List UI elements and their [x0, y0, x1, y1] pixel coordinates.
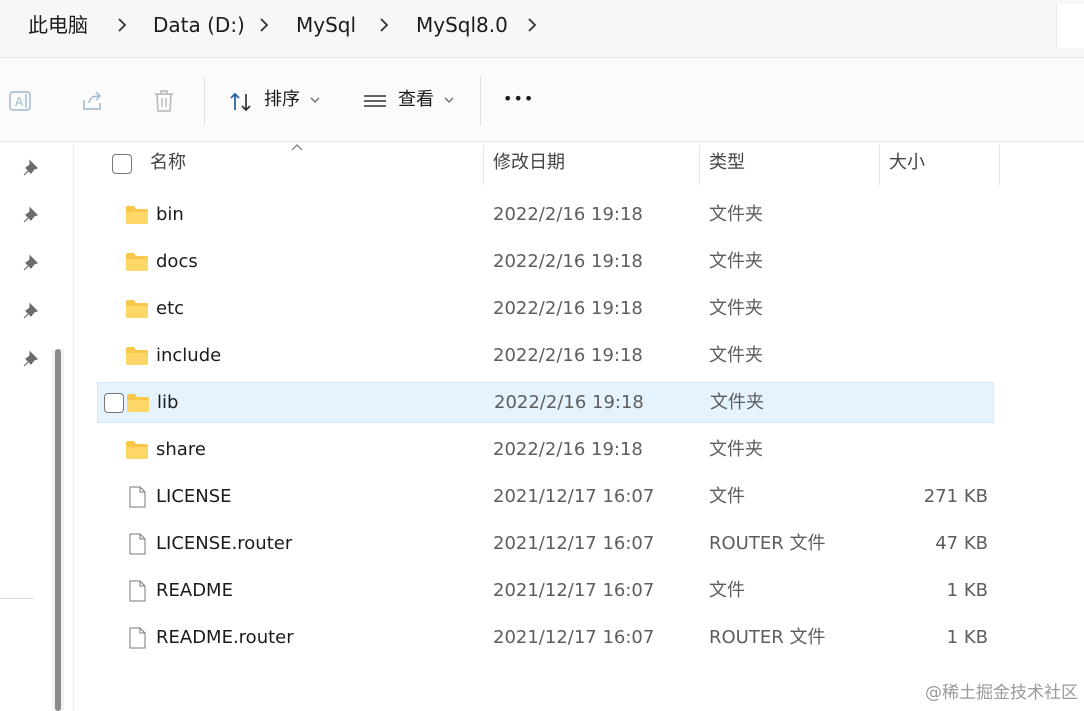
breadcrumb-this-pc[interactable]: 此电脑: [28, 12, 88, 38]
file-type: 文件夹: [709, 298, 763, 319]
file-name: docs: [156, 251, 198, 272]
chevron-right-icon[interactable]: [376, 16, 392, 34]
pin-icon[interactable]: [22, 206, 40, 224]
list-item[interactable]: LICENSE 2021/12/17 16:07 文件 271 KB: [97, 477, 994, 517]
breadcrumb-mysql[interactable]: MySql: [296, 12, 356, 38]
pin-icon[interactable]: [22, 254, 40, 272]
nav-scrollbar-thumb[interactable]: [55, 349, 61, 711]
share-icon[interactable]: [80, 88, 106, 114]
file-date: 2021/12/17 16:07: [493, 533, 655, 554]
file-name: LICENSE.router: [156, 533, 293, 554]
folder-icon: [126, 253, 148, 271]
sort-ascending-icon: [291, 144, 303, 151]
file-date: 2022/2/16 19:18: [493, 251, 643, 272]
file-icon: [129, 533, 146, 555]
file-size: 271 KB: [923, 486, 988, 507]
column-header-date[interactable]: 修改日期: [493, 150, 565, 176]
file-type: 文件: [709, 486, 745, 507]
file-icon: [129, 627, 146, 649]
folder-icon: [127, 394, 149, 412]
file-size: 47 KB: [935, 533, 988, 554]
list-item[interactable]: LICENSE.router 2021/12/17 16:07 ROUTER 文…: [97, 524, 994, 564]
file-type: 文件夹: [709, 345, 763, 366]
file-date: 2022/2/16 19:18: [494, 392, 644, 413]
delete-icon[interactable]: [151, 88, 177, 114]
list-item[interactable]: docs 2022/2/16 19:18 文件夹: [97, 242, 994, 282]
select-all-checkbox[interactable]: [112, 154, 132, 174]
file-icon: [129, 486, 146, 508]
more-options-button[interactable]: •••: [503, 88, 534, 110]
breadcrumb-drive-d[interactable]: Data (D:): [153, 12, 245, 38]
chevron-down-icon[interactable]: [444, 96, 454, 104]
file-type: 文件夹: [709, 204, 763, 225]
folder-icon: [126, 206, 148, 224]
list-item[interactable]: etc 2022/2/16 19:18 文件夹: [97, 289, 994, 329]
chevron-down-icon[interactable]: [310, 96, 320, 104]
list-item[interactable]: include 2022/2/16 19:18 文件夹: [97, 336, 994, 376]
list-item[interactable]: README.router 2021/12/17 16:07 ROUTER 文件…: [97, 618, 994, 658]
column-header-type[interactable]: 类型: [709, 150, 745, 176]
column-separator[interactable]: [879, 145, 880, 185]
folder-icon: [126, 300, 148, 318]
toolbar-separator: [480, 76, 481, 126]
nav-divider: [0, 598, 34, 599]
folder-icon: [126, 347, 148, 365]
file-date: 2021/12/17 16:07: [493, 486, 655, 507]
column-header-size[interactable]: 大小: [889, 150, 925, 176]
view-button[interactable]: 查看: [398, 89, 434, 111]
file-type: 文件夹: [710, 392, 764, 413]
sort-icon[interactable]: [228, 90, 254, 116]
file-date: 2021/12/17 16:07: [493, 627, 655, 648]
file-type: ROUTER 文件: [709, 533, 826, 554]
file-name: include: [156, 345, 222, 366]
chevron-right-icon[interactable]: [524, 16, 540, 34]
file-type: 文件夹: [709, 439, 763, 460]
watermark: @稀土掘金技术社区: [925, 683, 1078, 703]
file-type: 文件夹: [709, 251, 763, 272]
file-icon: [129, 580, 146, 602]
breadcrumb-mysql8[interactable]: MySql8.0: [416, 12, 508, 38]
chevron-right-icon[interactable]: [256, 16, 272, 34]
column-separator[interactable]: [999, 145, 1000, 185]
toolbar-separator: [204, 76, 205, 126]
search-box-edge[interactable]: [1056, 4, 1084, 48]
folder-icon: [126, 441, 148, 459]
file-date: 2022/2/16 19:18: [493, 298, 643, 319]
file-date: 2022/2/16 19:18: [493, 345, 643, 366]
file-type: 文件: [709, 580, 745, 601]
file-name: etc: [156, 298, 185, 319]
pin-icon[interactable]: [22, 302, 40, 320]
row-checkbox[interactable]: [104, 393, 124, 413]
file-size: 1 KB: [946, 580, 988, 601]
pin-icon[interactable]: [22, 350, 40, 368]
file-date: 2021/12/17 16:07: [493, 580, 655, 601]
address-bar[interactable]: 此电脑 Data (D:) MySql MySql8.0: [0, 0, 1084, 58]
pin-icon[interactable]: [22, 159, 40, 177]
list-item[interactable]: lib 2022/2/16 19:18 文件夹: [97, 382, 994, 423]
file-name: LICENSE: [156, 486, 232, 507]
svg-text:A: A: [15, 95, 24, 109]
column-header-name[interactable]: 名称: [150, 150, 186, 176]
list-item[interactable]: README 2021/12/17 16:07 文件 1 KB: [97, 571, 994, 611]
file-date: 2022/2/16 19:18: [493, 439, 643, 460]
file-name: share: [156, 439, 206, 460]
file-name: README.router: [156, 627, 294, 648]
column-separator[interactable]: [699, 145, 700, 185]
file-name: bin: [156, 204, 184, 225]
file-name: lib: [157, 392, 179, 413]
file-date: 2022/2/16 19:18: [493, 204, 643, 225]
list-item[interactable]: share 2022/2/16 19:18 文件夹: [97, 430, 994, 470]
file-size: 1 KB: [946, 627, 988, 648]
sort-button[interactable]: 排序: [264, 89, 300, 111]
view-list-icon[interactable]: [362, 90, 388, 116]
column-separator[interactable]: [483, 145, 484, 185]
file-type: ROUTER 文件: [709, 627, 826, 648]
rename-icon[interactable]: A: [8, 88, 34, 114]
command-bar: A 排序 查看 •••: [0, 58, 1084, 142]
chevron-right-icon[interactable]: [114, 16, 130, 34]
file-name: README: [156, 580, 233, 601]
list-item[interactable]: bin 2022/2/16 19:18 文件夹: [97, 195, 994, 235]
